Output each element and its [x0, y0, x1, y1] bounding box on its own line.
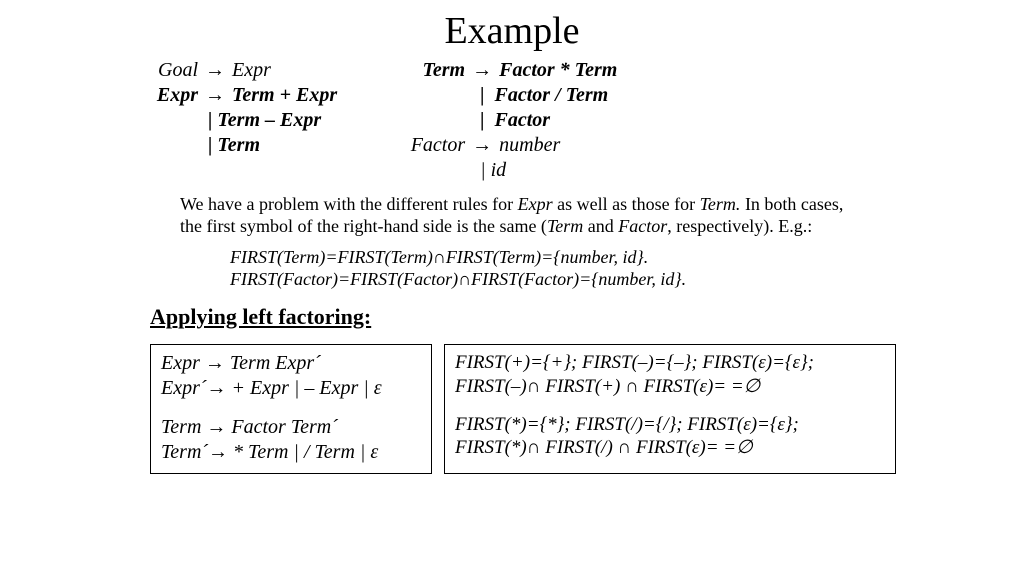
- rhs: Expr: [232, 59, 271, 81]
- arrow-icon: →: [470, 134, 494, 156]
- text-italic: Expr: [518, 194, 553, 214]
- first-sets-box: FIRST(+)={+}; FIRST(–)={–}; FIRST(ε)={ε}…: [444, 344, 896, 474]
- rhs: Term + Expr: [232, 84, 337, 106]
- box-line: Term → Factor Term´: [161, 415, 421, 440]
- rhs: Term: [217, 134, 260, 156]
- box-line: FIRST(*)∩ FIRST(/) ∩ FIRST(ε)= =∅: [455, 436, 885, 460]
- rhs: Factor * Term: [499, 59, 617, 81]
- grammar-line: | Term – Expr: [140, 108, 337, 133]
- pipe: |: [480, 159, 486, 181]
- first-sets-block: FIRST(Term)=FIRST(Term)∩FIRST(Term)={num…: [230, 246, 984, 291]
- lhs: Goal: [140, 58, 198, 83]
- arrow-icon: →: [203, 59, 227, 81]
- first-line: FIRST(Factor)=FIRST(Factor)∩FIRST(Factor…: [230, 268, 984, 291]
- text: We have a problem with the different rul…: [180, 194, 518, 214]
- text-italic: Term: [547, 216, 583, 236]
- lhs: Expr: [140, 83, 198, 108]
- rhs: Factor: [495, 109, 551, 131]
- box-line: Term´→ * Term | / Term | ε: [161, 440, 421, 465]
- lhs: Factor: [407, 133, 465, 158]
- first-line: FIRST(Term)=FIRST(Term)∩FIRST(Term)={num…: [230, 246, 984, 269]
- text-italic: Factor: [618, 216, 667, 236]
- grammar-col-left: Goal → Expr Expr → Term + Expr | Term – …: [140, 58, 337, 183]
- grammar-line: Factor → number: [407, 133, 617, 158]
- grammar-factored-box: Expr → Term Expr´ Expr´→ + Expr | – Expr…: [150, 344, 432, 474]
- text: as well as those for: [553, 194, 700, 214]
- box-line: FIRST(–)∩ FIRST(+) ∩ FIRST(ε)= =∅: [455, 375, 885, 399]
- text-italic: Term.: [700, 194, 741, 214]
- box-line: Expr → Term Expr´: [161, 351, 421, 376]
- pipe: |: [480, 109, 484, 131]
- grammar-line: | Term: [140, 133, 337, 158]
- lhs: Term: [407, 58, 465, 83]
- grammar-line: | Factor: [407, 108, 617, 133]
- pipe: |: [480, 84, 484, 106]
- text: and: [583, 216, 618, 236]
- rhs: number: [499, 134, 560, 156]
- box-line: FIRST(+)={+}; FIRST(–)={–}; FIRST(ε)={ε}…: [455, 351, 885, 375]
- box-row: Expr → Term Expr´ Expr´→ + Expr | – Expr…: [150, 344, 984, 474]
- grammar-col-right: Term → Factor * Term | Factor / Term | F…: [407, 58, 617, 183]
- grammar-line: Goal → Expr: [140, 58, 337, 83]
- grammar-line: Expr → Term + Expr: [140, 83, 337, 108]
- arrow-icon: →: [470, 59, 494, 81]
- box-line: Expr´→ + Expr | – Expr | ε: [161, 376, 421, 401]
- rhs: Factor / Term: [495, 84, 609, 106]
- grammar-block: Goal → Expr Expr → Term + Expr | Term – …: [140, 58, 984, 183]
- grammar-line: Term → Factor * Term: [407, 58, 617, 83]
- grammar-line: | id: [407, 158, 617, 183]
- grammar-line: | Factor / Term: [407, 83, 617, 108]
- explanation-paragraph: We have a problem with the different rul…: [180, 193, 864, 238]
- arrow-icon: →: [203, 84, 227, 106]
- pipe: |: [208, 134, 212, 156]
- box-line: FIRST(*)={*}; FIRST(/)={/}; FIRST(ε)={ε}…: [455, 413, 885, 437]
- pipe: |: [208, 109, 212, 131]
- slide-title: Example: [40, 8, 984, 56]
- rhs: id: [491, 159, 507, 181]
- text: , respectively). E.g.:: [667, 216, 812, 236]
- slide: Example Goal → Expr Expr → Term + Expr |…: [0, 0, 1024, 494]
- section-heading: Applying left factoring:: [150, 303, 984, 331]
- rhs: Term – Expr: [217, 109, 321, 131]
